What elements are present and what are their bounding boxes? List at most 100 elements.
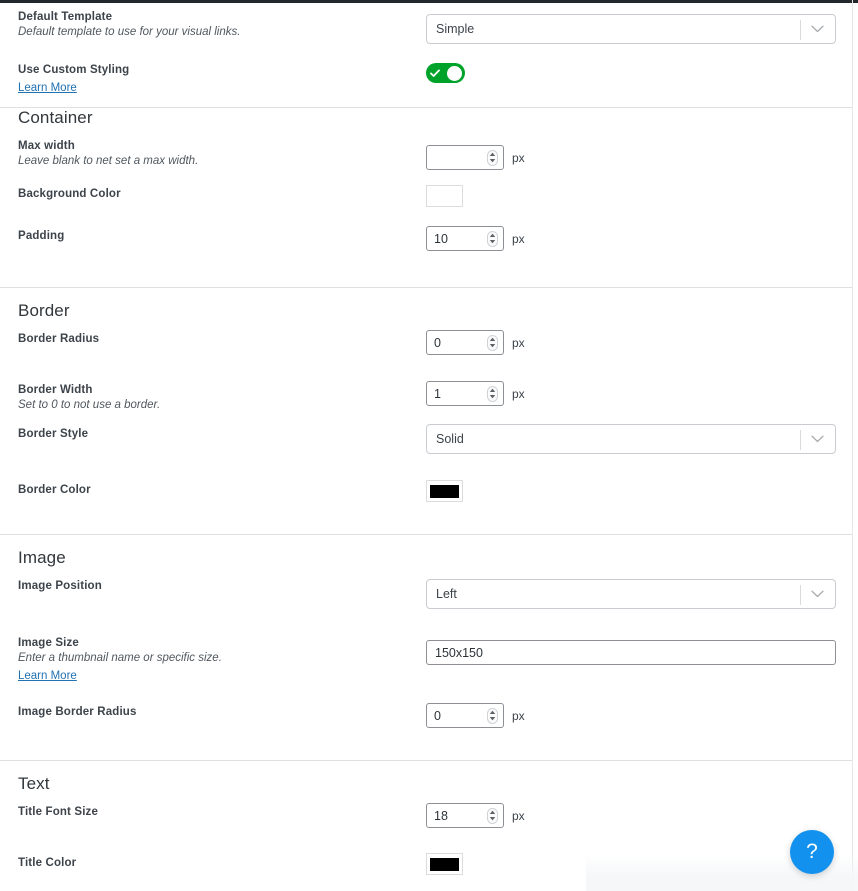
border-width-control-group: 1 px (426, 380, 852, 406)
max-width-description: Leave blank to net set a max width. (18, 155, 199, 167)
title-color-chip (430, 857, 459, 871)
field-row-border-width: Border Width Set to 0 to not use a border… (0, 380, 852, 424)
section-border: Border Border Radius 0 px Border Width Set to… (0, 288, 852, 535)
image-size-control-group: 150x150 (426, 633, 852, 665)
title-font-size-label: Title Font Size (18, 806, 98, 818)
image-position-label: Image Position (18, 580, 102, 592)
max-width-label: Max width (18, 140, 75, 152)
background-color-label: Background Color (18, 188, 121, 200)
padding-number-group: 10 px (426, 226, 525, 251)
settings-content: Default Template Default template to use … (0, 3, 852, 891)
image-border-radius-stepper[interactable] (487, 707, 498, 724)
image-position-select[interactable]: Left (426, 579, 836, 609)
border-color-label-group: Border Color (18, 480, 426, 498)
border-color-control-group (426, 480, 852, 502)
border-style-select[interactable]: Solid (426, 424, 836, 454)
padding-label-group: Padding (18, 226, 426, 244)
field-row-border-style: Border Style Solid (0, 424, 852, 480)
default-template-select[interactable]: Simple (426, 14, 836, 44)
border-width-stepper[interactable] (487, 385, 498, 402)
border-color-chip (430, 484, 459, 498)
border-width-number-group: 1 px (426, 381, 525, 406)
default-template-description: Default template to use for your visual … (18, 26, 241, 38)
field-row-image-border-radius: Image Border Radius 0 px (0, 702, 852, 746)
help-button[interactable]: ? (790, 830, 834, 874)
padding-input[interactable]: 10 (426, 226, 504, 251)
field-row-use-custom-styling: Use Custom Styling Learn More (0, 60, 852, 105)
field-row-background-color: Background Color (0, 184, 852, 226)
border-radius-stepper[interactable] (487, 334, 498, 351)
border-width-unit: px (512, 386, 525, 401)
section-image: Image Image Position Left Image Size Enter a… (0, 535, 852, 761)
padding-input-value: 10 (434, 231, 448, 246)
background-color-swatch[interactable] (426, 185, 463, 207)
field-row-title-color: Title Color (0, 853, 852, 891)
border-radius-label-group: Border Radius (18, 329, 426, 347)
field-row-default-template: Default Template Default template to use … (0, 6, 852, 60)
border-color-label: Border Color (18, 484, 91, 496)
field-row-max-width: Max width Leave blank to net set a max wi… (0, 136, 852, 184)
border-width-description: Set to 0 to not use a border. (18, 399, 161, 411)
chevron-down-icon[interactable] (809, 580, 825, 608)
border-style-label-group: Border Style (18, 424, 426, 442)
use-custom-styling-control-group (426, 60, 852, 83)
use-custom-styling-learn-more-link[interactable]: Learn More (18, 81, 77, 96)
border-style-control-group: Solid (426, 424, 852, 454)
chevron-down-icon[interactable] (809, 425, 825, 453)
toggle-knob (447, 65, 462, 81)
field-row-image-position: Image Position Left (0, 576, 852, 633)
border-width-input[interactable]: 1 (426, 381, 504, 406)
border-radius-number-group: 0 px (426, 330, 525, 355)
image-border-radius-label: Image Border Radius (18, 706, 137, 718)
section-text: TextTitle Font Size18pxTitle ColorSummar… (0, 761, 852, 891)
default-template-control-group: Simple (426, 6, 852, 44)
border-radius-input-value: 0 (434, 335, 441, 350)
chevron-down-icon[interactable] (809, 15, 825, 43)
check-icon (429, 69, 440, 78)
default-template-label: Default Template (18, 11, 113, 23)
use-custom-styling-toggle[interactable] (426, 63, 465, 83)
section-border-heading: Border (18, 301, 70, 320)
section-text-heading: Text (18, 774, 50, 793)
background-color-control-group (426, 184, 852, 207)
title-font-size-input[interactable]: 18 (426, 803, 504, 828)
field-row-image-size: Image Size Enter a thumbnail name or spec… (0, 633, 852, 702)
title-color-swatch[interactable] (426, 853, 463, 875)
image-size-learn-more-link[interactable]: Learn More (18, 669, 77, 684)
image-position-select-value: Left (436, 587, 457, 601)
border-width-label: Border Width (18, 384, 93, 396)
max-width-stepper[interactable] (487, 149, 498, 166)
padding-stepper[interactable] (487, 230, 498, 247)
border-width-label-group: Border Width Set to 0 to not use a border… (18, 380, 426, 413)
border-radius-input[interactable]: 0 (426, 330, 504, 355)
select-separator (800, 20, 801, 40)
padding-unit: px (512, 231, 525, 246)
section-container: Container Max width Leave blank to net set… (0, 108, 852, 288)
border-color-swatch[interactable] (426, 480, 463, 502)
max-width-control-group: px (426, 136, 852, 170)
background-color-label-group: Background Color (18, 184, 426, 202)
title-color-control-group (426, 853, 852, 875)
title-color-label-group: Title Color (18, 853, 426, 871)
title-font-size-stepper[interactable] (487, 807, 498, 824)
image-border-radius-number-group: 0 px (426, 703, 525, 728)
select-separator (800, 585, 801, 605)
section-container-heading: Container (18, 108, 93, 127)
title-font-size-number-group: 18 px (426, 803, 525, 828)
field-row-border-radius: Border Radius 0 px (0, 329, 852, 380)
border-style-select-value: Solid (436, 432, 464, 446)
image-border-radius-label-group: Image Border Radius (18, 702, 426, 720)
title-color-label: Title Color (18, 857, 77, 869)
image-border-radius-input-value: 0 (434, 708, 441, 723)
title-font-size-control-group: 18 px (426, 802, 852, 828)
section-top: Default Template Default template to use … (0, 3, 852, 108)
border-radius-control-group: 0 px (426, 329, 852, 355)
border-style-label: Border Style (18, 428, 89, 440)
image-border-radius-input[interactable]: 0 (426, 703, 504, 728)
max-width-input[interactable] (426, 145, 504, 170)
question-mark-icon: ? (806, 840, 818, 863)
use-custom-styling-label-group: Use Custom Styling Learn More (18, 60, 426, 96)
image-border-radius-unit: px (512, 708, 525, 723)
image-size-input-value: 150x150 (435, 645, 483, 660)
image-size-input[interactable]: 150x150 (426, 640, 836, 665)
